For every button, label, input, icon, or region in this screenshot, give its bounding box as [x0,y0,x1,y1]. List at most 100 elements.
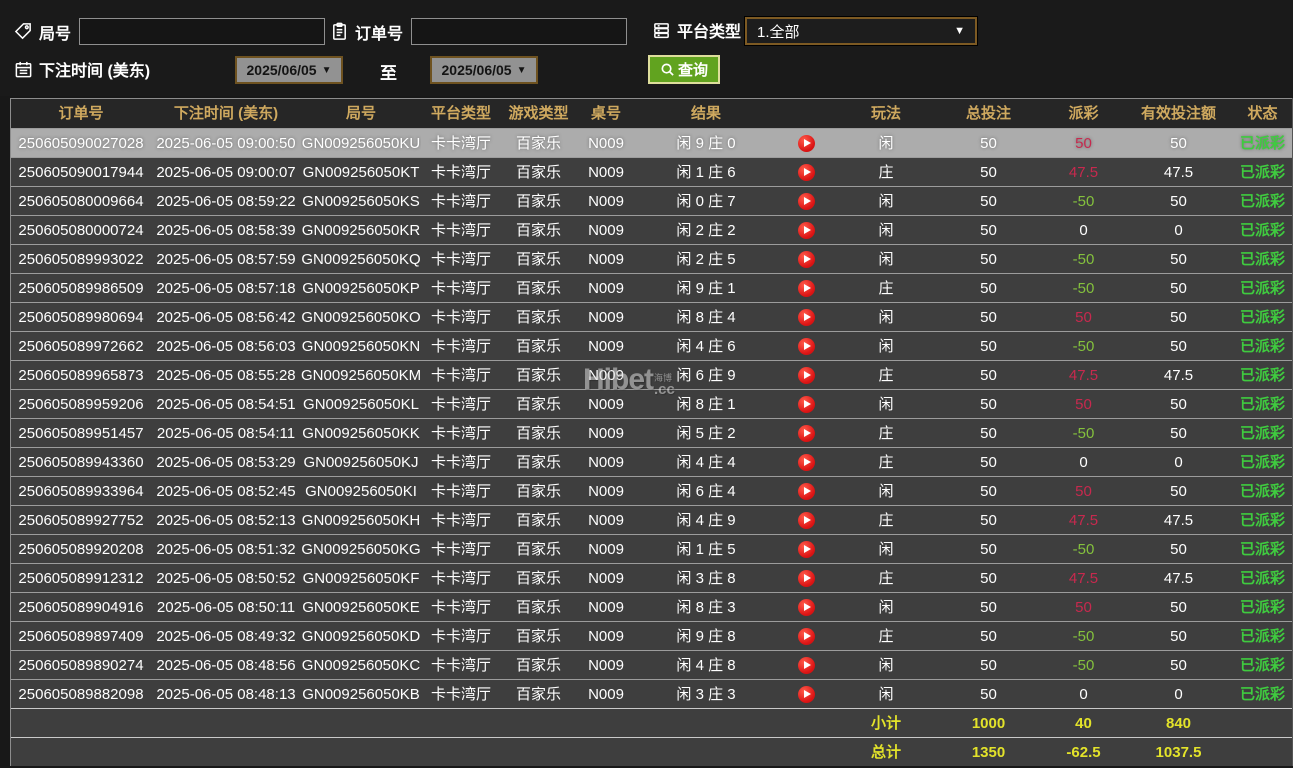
order-number-label: 订单号 [355,25,404,43]
table-row[interactable]: 250605089980694 2025-06-05 08:56:42 GN00… [11,302,1292,331]
play-replay-icon[interactable] [797,540,815,558]
cell-table-number: N009 [588,482,624,500]
play-replay-icon[interactable] [797,395,815,413]
cell-valid-bet: 47.5 [1163,569,1194,587]
summary-valid-bet: 1037.5 [1155,743,1202,761]
cell-bet-time: 2025-06-05 08:57:59 [156,250,296,268]
play-replay-icon[interactable] [797,366,815,384]
date-from-picker[interactable]: 2025/06/05 ▼ [235,56,343,84]
play-replay-icon[interactable] [797,163,815,181]
table-row[interactable]: 250605090027028 2025-06-05 09:00:50 GN00… [11,128,1292,157]
cell-game-type: 百家乐 [515,453,561,471]
cell-bet-time: 2025-06-05 08:54:51 [156,395,296,413]
cell-total-bet: 50 [980,337,997,355]
play-replay-icon[interactable] [797,598,815,616]
cell-play-type: 庄 [878,627,894,645]
col-header-result: 结果 [690,105,721,122]
cell-play-type: 闲 [878,308,894,326]
cell-bet-time: 2025-06-05 08:52:13 [156,511,296,529]
status-badge: 已派彩 [1239,366,1285,384]
cell-table-number: N009 [588,221,624,239]
table-body: 250605090027028 2025-06-05 09:00:50 GN00… [11,128,1292,708]
table-row[interactable]: 250605089920208 2025-06-05 08:51:32 GN00… [11,534,1292,563]
search-icon [661,63,674,76]
status-badge: 已派彩 [1239,424,1285,442]
round-number-label: 局号 [39,25,72,43]
table-row[interactable]: 250605080009664 2025-06-05 08:59:22 GN00… [11,186,1292,215]
cell-round-id: GN009256050KM [301,366,421,384]
cell-round-id: GN009256050KG [301,540,421,558]
play-replay-icon[interactable] [797,337,815,355]
search-button[interactable]: 查询 [648,55,720,84]
cell-total-bet: 50 [980,424,997,442]
col-header-status: 状态 [1247,105,1278,122]
cell-game-type: 百家乐 [515,685,561,703]
table-row[interactable]: 250605089912312 2025-06-05 08:50:52 GN00… [11,563,1292,592]
play-replay-icon[interactable] [797,656,815,674]
cell-order-id: 250605089965873 [18,366,144,384]
play-replay-icon[interactable] [797,627,815,645]
cell-valid-bet: 0 [1174,685,1183,703]
chevron-down-icon: ▼ [954,25,965,37]
cell-total-bet: 50 [980,598,997,616]
cell-result: 闲 2 庄 5 [676,250,736,268]
play-replay-icon[interactable] [797,221,815,239]
table-row[interactable]: 250605080000724 2025-06-05 08:58:39 GN00… [11,215,1292,244]
date-to-picker[interactable]: 2025/06/05 ▼ [430,56,538,84]
status-badge: 已派彩 [1239,540,1285,558]
table-row[interactable]: 250605089882098 2025-06-05 08:48:13 GN00… [11,679,1292,708]
cell-bet-time: 2025-06-05 08:59:22 [156,192,296,210]
cell-game-type: 百家乐 [515,250,561,268]
cell-bet-time: 2025-06-05 08:56:03 [156,337,296,355]
table-row[interactable]: 250605089943360 2025-06-05 08:53:29 GN00… [11,447,1292,476]
cell-round-id: GN009256050KO [301,308,421,326]
play-replay-icon[interactable] [797,134,815,152]
cell-bet-time: 2025-06-05 08:56:42 [156,308,296,326]
cell-payout: 47.5 [1068,511,1099,529]
table-row[interactable]: 250605089993022 2025-06-05 08:57:59 GN00… [11,244,1292,273]
table-row[interactable]: 250605089897409 2025-06-05 08:49:32 GN00… [11,621,1292,650]
date-range-to-label: 至 [380,64,397,83]
cell-play-type: 闲 [878,192,894,210]
cell-payout: -50 [1072,337,1095,355]
table-row[interactable]: 250605089965873 2025-06-05 08:55:28 GN00… [11,360,1292,389]
cell-platform: 卡卡湾厅 [430,569,491,587]
platform-type-select[interactable]: 1.全部 ▼ [744,16,978,46]
play-replay-icon[interactable] [797,250,815,268]
table-row[interactable]: 250605089986509 2025-06-05 08:57:18 GN00… [11,273,1292,302]
table-row[interactable]: 250605089959206 2025-06-05 08:54:51 GN00… [11,389,1292,418]
cell-total-bet: 50 [980,366,997,384]
cell-valid-bet: 47.5 [1163,366,1194,384]
filter-bar: 局号 订单号 平台类型 1.全部 ▼ 下注时间 (美东) 2025/06/05 … [0,0,1293,96]
play-replay-icon[interactable] [797,685,815,703]
play-replay-icon[interactable] [797,279,815,297]
cell-game-type: 百家乐 [515,366,561,384]
cell-platform: 卡卡湾厅 [430,308,491,326]
cell-order-id: 250605090027028 [18,134,144,152]
play-replay-icon[interactable] [797,482,815,500]
cell-payout: -50 [1072,424,1095,442]
table-row[interactable]: 250605090017944 2025-06-05 09:00:07 GN00… [11,157,1292,186]
play-replay-icon[interactable] [797,308,815,326]
cell-table-number: N009 [588,163,624,181]
cell-bet-time: 2025-06-05 08:50:52 [156,569,296,587]
table-row[interactable]: 250605089972662 2025-06-05 08:56:03 GN00… [11,331,1292,360]
cell-game-type: 百家乐 [515,395,561,413]
cell-order-id: 250605089904916 [18,598,144,616]
round-number-input[interactable] [79,18,326,45]
table-row[interactable]: 250605089933964 2025-06-05 08:52:45 GN00… [11,476,1292,505]
play-replay-icon[interactable] [797,192,815,210]
cell-bet-time: 2025-06-05 08:50:11 [156,598,296,616]
cell-order-id: 250605080009664 [18,192,144,210]
cell-play-type: 闲 [878,482,894,500]
order-number-input[interactable] [411,18,628,45]
table-row[interactable]: 250605089890274 2025-06-05 08:48:56 GN00… [11,650,1292,679]
table-row[interactable]: 250605089951457 2025-06-05 08:54:11 GN00… [11,418,1292,447]
play-replay-icon[interactable] [797,569,815,587]
table-row[interactable]: 250605089927752 2025-06-05 08:52:13 GN00… [11,505,1292,534]
play-replay-icon[interactable] [797,511,815,529]
play-replay-icon[interactable] [797,453,815,471]
cell-table-number: N009 [588,511,624,529]
play-replay-icon[interactable] [797,424,815,442]
table-row[interactable]: 250605089904916 2025-06-05 08:50:11 GN00… [11,592,1292,621]
